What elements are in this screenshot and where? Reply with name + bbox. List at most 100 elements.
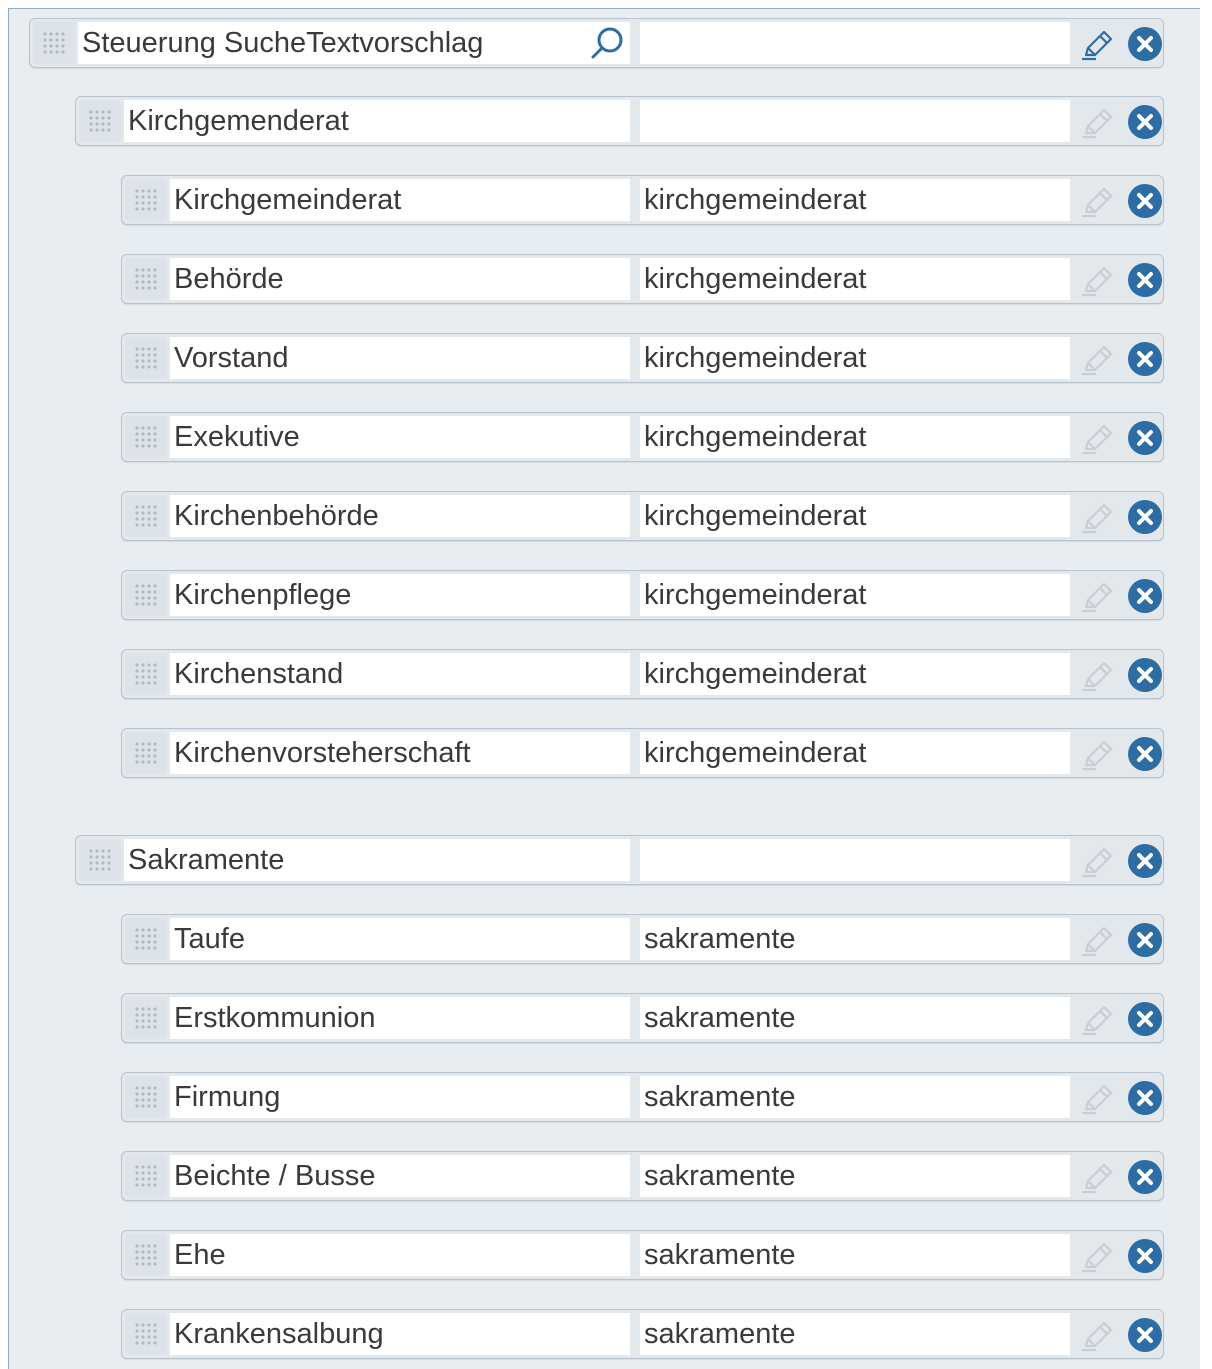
value-input[interactable]: kirchgemeinderat [640, 337, 1070, 379]
value-input[interactable]: sakramente [640, 1155, 1070, 1197]
label-input[interactable]: Kirchenstand [170, 653, 630, 695]
drag-handle-icon[interactable] [125, 653, 167, 695]
edit-pencil-icon[interactable] [1080, 1162, 1116, 1199]
grip-dots-icon [134, 267, 158, 291]
value-input[interactable]: kirchgemeinderat [640, 495, 1070, 537]
drag-handle-icon[interactable] [125, 179, 167, 221]
label-input[interactable]: Erstkommunion [170, 997, 630, 1039]
drag-handle-icon[interactable] [125, 337, 167, 379]
label-text: Sakramente [128, 843, 285, 876]
remove-icon[interactable] [1127, 420, 1163, 461]
value-input[interactable]: kirchgemeinderat [640, 732, 1070, 774]
entry-row: Taufe sakramente [121, 914, 1164, 964]
value-input[interactable]: sakramente [640, 918, 1070, 960]
label-input[interactable]: Kirchenvorsteherschaft [170, 732, 630, 774]
label-input[interactable]: Kirchenbehörde [170, 495, 630, 537]
group-row: Sakramente [75, 835, 1164, 885]
label-input[interactable]: Kirchgemenderat [124, 100, 630, 142]
label-input[interactable]: Kirchenpflege [170, 574, 630, 616]
grip-dots-icon [42, 31, 66, 55]
edit-pencil-icon[interactable] [1080, 29, 1116, 66]
edit-pencil-icon[interactable] [1080, 423, 1116, 460]
remove-icon[interactable] [1127, 1001, 1163, 1042]
label-input[interactable]: Ehe [170, 1234, 630, 1276]
drag-handle-icon[interactable] [125, 918, 167, 960]
edit-pencil-icon[interactable] [1080, 265, 1116, 302]
remove-icon[interactable] [1127, 922, 1163, 963]
value-text: sakramente [644, 922, 796, 955]
remove-icon[interactable] [1127, 26, 1163, 67]
drag-handle-icon[interactable] [125, 997, 167, 1039]
search-icon[interactable] [588, 26, 626, 64]
edit-pencil-icon[interactable] [1080, 660, 1116, 697]
value-input[interactable]: kirchgemeinderat [640, 653, 1070, 695]
value-input[interactable] [640, 839, 1070, 881]
label-input[interactable]: Exekutive [170, 416, 630, 458]
label-input[interactable]: Steuerung SucheTextvorschlag [78, 22, 630, 64]
remove-icon[interactable] [1127, 104, 1163, 145]
value-input[interactable]: kirchgemeinderat [640, 179, 1070, 221]
edit-pencil-icon[interactable] [1080, 1241, 1116, 1278]
drag-handle-icon[interactable] [125, 258, 167, 300]
edit-pencil-icon[interactable] [1080, 1083, 1116, 1120]
drag-handle-icon[interactable] [125, 574, 167, 616]
edit-pencil-icon[interactable] [1080, 1004, 1116, 1041]
grip-dots-icon [134, 504, 158, 528]
drag-handle-icon[interactable] [125, 495, 167, 537]
label-input[interactable]: Kirchgemeinderat [170, 179, 630, 221]
drag-handle-icon[interactable] [125, 1234, 167, 1276]
remove-icon[interactable] [1127, 341, 1163, 382]
entry-row: Kirchgemeinderat kirchgemeinderat [121, 175, 1164, 225]
drag-handle-icon[interactable] [125, 1313, 167, 1355]
edit-pencil-icon[interactable] [1080, 502, 1116, 539]
edit-pencil-icon[interactable] [1080, 107, 1116, 144]
remove-icon[interactable] [1127, 1080, 1163, 1121]
edit-pencil-icon[interactable] [1080, 186, 1116, 223]
label-input[interactable]: Vorstand [170, 337, 630, 379]
label-input[interactable]: Behörde [170, 258, 630, 300]
label-input[interactable]: Taufe [170, 918, 630, 960]
value-input[interactable]: sakramente [640, 1234, 1070, 1276]
edit-pencil-icon[interactable] [1080, 739, 1116, 776]
value-input[interactable]: sakramente [640, 997, 1070, 1039]
edit-pencil-icon[interactable] [1080, 581, 1116, 618]
drag-handle-icon[interactable] [79, 100, 121, 142]
value-input[interactable]: kirchgemeinderat [640, 416, 1070, 458]
remove-icon[interactable] [1127, 183, 1163, 224]
remove-icon[interactable] [1127, 1238, 1163, 1279]
remove-icon[interactable] [1127, 262, 1163, 303]
drag-handle-icon[interactable] [125, 416, 167, 458]
drag-handle-icon[interactable] [33, 22, 75, 64]
edit-pencil-icon[interactable] [1080, 1320, 1116, 1357]
remove-icon[interactable] [1127, 1159, 1163, 1200]
drag-handle-icon[interactable] [125, 1076, 167, 1118]
label-input[interactable]: Krankensalbung [170, 1313, 630, 1355]
entry-row: Kirchenpflege kirchgemeinderat [121, 570, 1164, 620]
value-text: sakramente [644, 1159, 796, 1192]
drag-handle-icon[interactable] [79, 839, 121, 881]
remove-icon[interactable] [1127, 578, 1163, 619]
entry-row: Kirchenstand kirchgemeinderat [121, 649, 1164, 699]
value-input[interactable]: kirchgemeinderat [640, 574, 1070, 616]
value-input[interactable]: sakramente [640, 1313, 1070, 1355]
edit-pencil-icon[interactable] [1080, 846, 1116, 883]
label-input[interactable]: Sakramente [124, 839, 630, 881]
label-input[interactable]: Beichte / Busse [170, 1155, 630, 1197]
drag-handle-icon[interactable] [125, 1155, 167, 1197]
entry-row: Firmung sakramente [121, 1072, 1164, 1122]
remove-icon[interactable] [1127, 843, 1163, 884]
label-text: Taufe [174, 922, 245, 955]
value-input[interactable] [640, 22, 1070, 64]
edit-pencil-icon[interactable] [1080, 925, 1116, 962]
drag-handle-icon[interactable] [125, 732, 167, 774]
value-input[interactable] [640, 100, 1070, 142]
value-input[interactable]: sakramente [640, 1076, 1070, 1118]
entry-row: Behörde kirchgemeinderat [121, 254, 1164, 304]
remove-icon[interactable] [1127, 1317, 1163, 1358]
remove-icon[interactable] [1127, 657, 1163, 698]
value-input[interactable]: kirchgemeinderat [640, 258, 1070, 300]
remove-icon[interactable] [1127, 499, 1163, 540]
edit-pencil-icon[interactable] [1080, 344, 1116, 381]
label-input[interactable]: Firmung [170, 1076, 630, 1118]
remove-icon[interactable] [1127, 736, 1163, 777]
